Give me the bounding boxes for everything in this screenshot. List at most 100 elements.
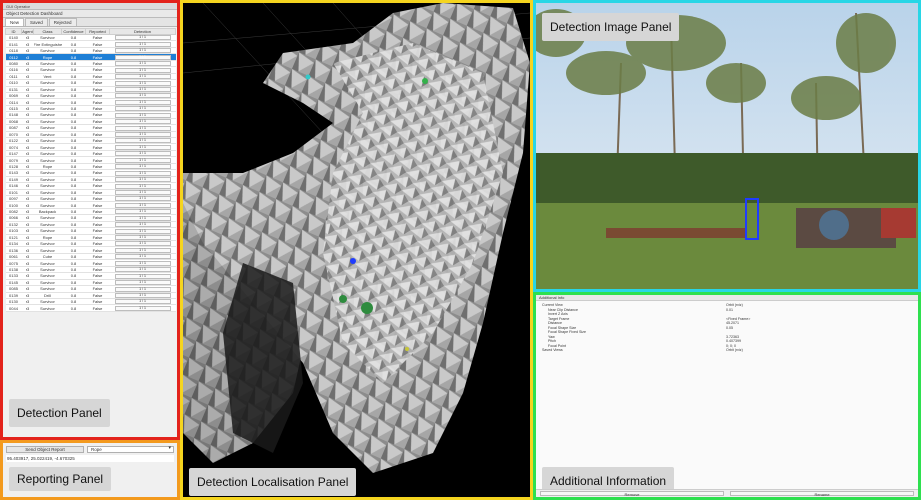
send-object-report-button[interactable]: Send Object Report	[6, 446, 84, 453]
detection-cycle-field[interactable]: 1 / 1	[114, 189, 171, 195]
detection-cycle-field[interactable]: 1 / 1	[114, 164, 171, 169]
cell-detection[interactable]: 1 / 1	[109, 195, 176, 203]
detection-cycle-field[interactable]: 1 / 1	[114, 61, 171, 66]
cell-detection[interactable]: 1 / 1	[109, 124, 176, 132]
cell-detection[interactable]: 1 / 1	[109, 40, 176, 48]
detection-cycle-field[interactable]: 1 / 1	[114, 222, 171, 227]
detection-cycle-field[interactable]: 1 / 1	[114, 99, 171, 105]
cell-detection[interactable]: 1 / 1	[109, 150, 176, 158]
localisation-panel[interactable]: Detection Localisation Panel	[180, 0, 533, 500]
detection-cycle-field[interactable]: 1 / 1	[114, 132, 171, 137]
detection-marker[interactable]	[422, 78, 428, 84]
detection-cycle-field[interactable]: 1 / 1	[114, 86, 171, 92]
cell-detection[interactable]: 1 / 1	[109, 234, 176, 242]
detection-cycle-field[interactable]: 1 / 1	[114, 209, 171, 214]
detection-cycle-field[interactable]: 1 / 1	[114, 196, 171, 201]
cell-detection[interactable]: 1 / 1	[109, 111, 176, 119]
detection-cycle-field[interactable]: 1 / 1	[114, 67, 171, 73]
detection-cycle-field[interactable]: 1 / 1	[114, 215, 171, 221]
cell-detection[interactable]: 1 / 1	[109, 182, 176, 190]
cell-detection[interactable]: 1 / 1	[109, 131, 176, 139]
cell-detection[interactable]: 1 / 1	[109, 279, 176, 287]
cell-detection[interactable]: 1 / 1	[109, 214, 176, 222]
detection-cycle-field[interactable]: 1 / 1	[114, 112, 171, 118]
cell-detection[interactable]: 1 / 1	[109, 221, 176, 229]
cell-detection[interactable]: 1 / 1	[109, 143, 176, 151]
detection-cycle-field[interactable]: 1 / 1	[114, 267, 171, 272]
tab-saved[interactable]: Saved	[25, 18, 48, 26]
detection-marker[interactable]	[305, 74, 311, 80]
class-select[interactable]: Rope	[87, 446, 174, 453]
detection-cycle-field[interactable]: 1 / 1	[114, 280, 171, 285]
detection-cycle-field[interactable]: 1 / 1	[114, 177, 171, 182]
cell-detection[interactable]: 1 / 1	[109, 176, 176, 184]
detection-cycle-field[interactable]: 1 / 1	[114, 157, 171, 163]
detection-cycle-field[interactable]: 1 / 1	[114, 247, 171, 253]
detection-cycle-field[interactable]: 1 / 1	[114, 41, 171, 47]
cell-detection[interactable]: 1 / 1	[109, 98, 176, 106]
column-header-agent[interactable]: Agent	[21, 28, 34, 35]
detection-cycle-field[interactable]: 1 / 1	[114, 80, 171, 85]
detection-cycle-field[interactable]: 1 / 1	[114, 138, 171, 143]
cell-detection[interactable]: 1 / 1	[109, 240, 176, 248]
detection-marker[interactable]	[339, 295, 347, 303]
detection-cycle-field[interactable]: 1 / 1	[114, 273, 171, 279]
detection-marker[interactable]	[361, 302, 373, 314]
tab-new[interactable]: New	[5, 18, 25, 26]
detection-cycle-field[interactable]: 1 / 1	[114, 228, 171, 233]
cell-detection[interactable]: 1 / 1	[109, 201, 176, 209]
cell-detection[interactable]: 1 / 1	[109, 60, 176, 68]
cell-detection[interactable]: 1 / 1	[109, 137, 176, 145]
cell-detection[interactable]: 1 / 1	[109, 304, 176, 312]
detection-cycle-field[interactable]: 1 / 1	[114, 202, 171, 208]
cell-detection[interactable]: 1 / 1	[109, 189, 176, 196]
detection-cycle-field[interactable]: 1 / 1	[114, 183, 171, 188]
detection-cycle-field[interactable]: 1 / 1	[114, 74, 171, 79]
cell-detection[interactable]: 1 / 1	[109, 246, 176, 254]
detection-cycle-field[interactable]: 1 / 1	[114, 286, 171, 291]
table-row[interactable]: 0044 r3 Survivor 0.8 False 1 / 1	[5, 304, 176, 312]
detection-cycle-field[interactable]: 1 / 1	[114, 93, 171, 98]
detection-cycle-field[interactable]: 1 / 1	[114, 305, 171, 311]
cell-detection[interactable]: 1 / 1	[109, 292, 176, 299]
detection-cycle-field[interactable]: 1 / 1	[114, 106, 171, 111]
cell-detection[interactable]: 1 / 1	[109, 156, 176, 164]
cell-detection[interactable]: 1 / 1	[109, 53, 176, 61]
cell-detection[interactable]: 1 / 1	[109, 227, 176, 235]
tab-rejected[interactable]: Rejected	[48, 18, 77, 26]
detection-cycle-field[interactable]: 1 / 1	[114, 170, 171, 176]
cell-detection[interactable]: 1 / 1	[109, 253, 176, 261]
detection-cycle-field[interactable]: 1 / 1	[114, 241, 171, 246]
cell-detection[interactable]: 1 / 1	[109, 79, 176, 87]
cell-detection[interactable]: 1 / 1	[109, 105, 176, 113]
cell-detection[interactable]: 1 / 1	[109, 208, 176, 216]
cell-detection[interactable]: 1 / 1	[109, 86, 176, 93]
cell-detection[interactable]: 1 / 1	[109, 34, 176, 42]
detection-cycle-field[interactable]: 1 / 1	[114, 292, 171, 298]
detection-cycle-field[interactable]: 1 / 1	[114, 35, 171, 40]
cell-detection[interactable]: 1 / 1	[109, 266, 176, 274]
cell-detection[interactable]: 1 / 1	[109, 285, 176, 293]
detection-cycle-field[interactable]: 1 / 1	[114, 151, 171, 156]
cell-detection[interactable]: 1 / 1	[109, 272, 176, 280]
cell-detection[interactable]: 1 / 1	[109, 169, 176, 177]
detection-cycle-field[interactable]: 1 / 1	[114, 144, 171, 150]
detection-cycle-field[interactable]: 1 / 1	[114, 48, 171, 53]
detection-cycle-field[interactable]: 1 / 1	[114, 235, 171, 240]
detection-cycle-field[interactable]: 1 / 1	[114, 260, 171, 266]
selected-detection-marker[interactable]	[350, 258, 356, 264]
remove-button[interactable]: Remove	[540, 491, 724, 497]
cell-detection[interactable]: 1 / 1	[109, 73, 176, 81]
cell-detection[interactable]: 1 / 1	[109, 259, 176, 267]
cell-detection[interactable]: 1 / 1	[109, 66, 176, 74]
cell-detection[interactable]: 1 / 1	[109, 163, 176, 171]
cell-detection[interactable]: 1 / 1	[109, 118, 176, 126]
cell-detection[interactable]: 1 / 1	[109, 92, 176, 100]
rename-button[interactable]: Rename	[730, 491, 914, 497]
detection-cycle-field[interactable]: 1 / 1	[114, 54, 171, 60]
detection-cycle-field[interactable]: 1 / 1	[114, 254, 171, 259]
cell-detection[interactable]: 1 / 1	[109, 47, 176, 55]
detection-marker[interactable]	[405, 347, 409, 351]
detection-cycle-field[interactable]: 1 / 1	[114, 119, 171, 124]
detection-cycle-field[interactable]: 1 / 1	[114, 125, 171, 130]
